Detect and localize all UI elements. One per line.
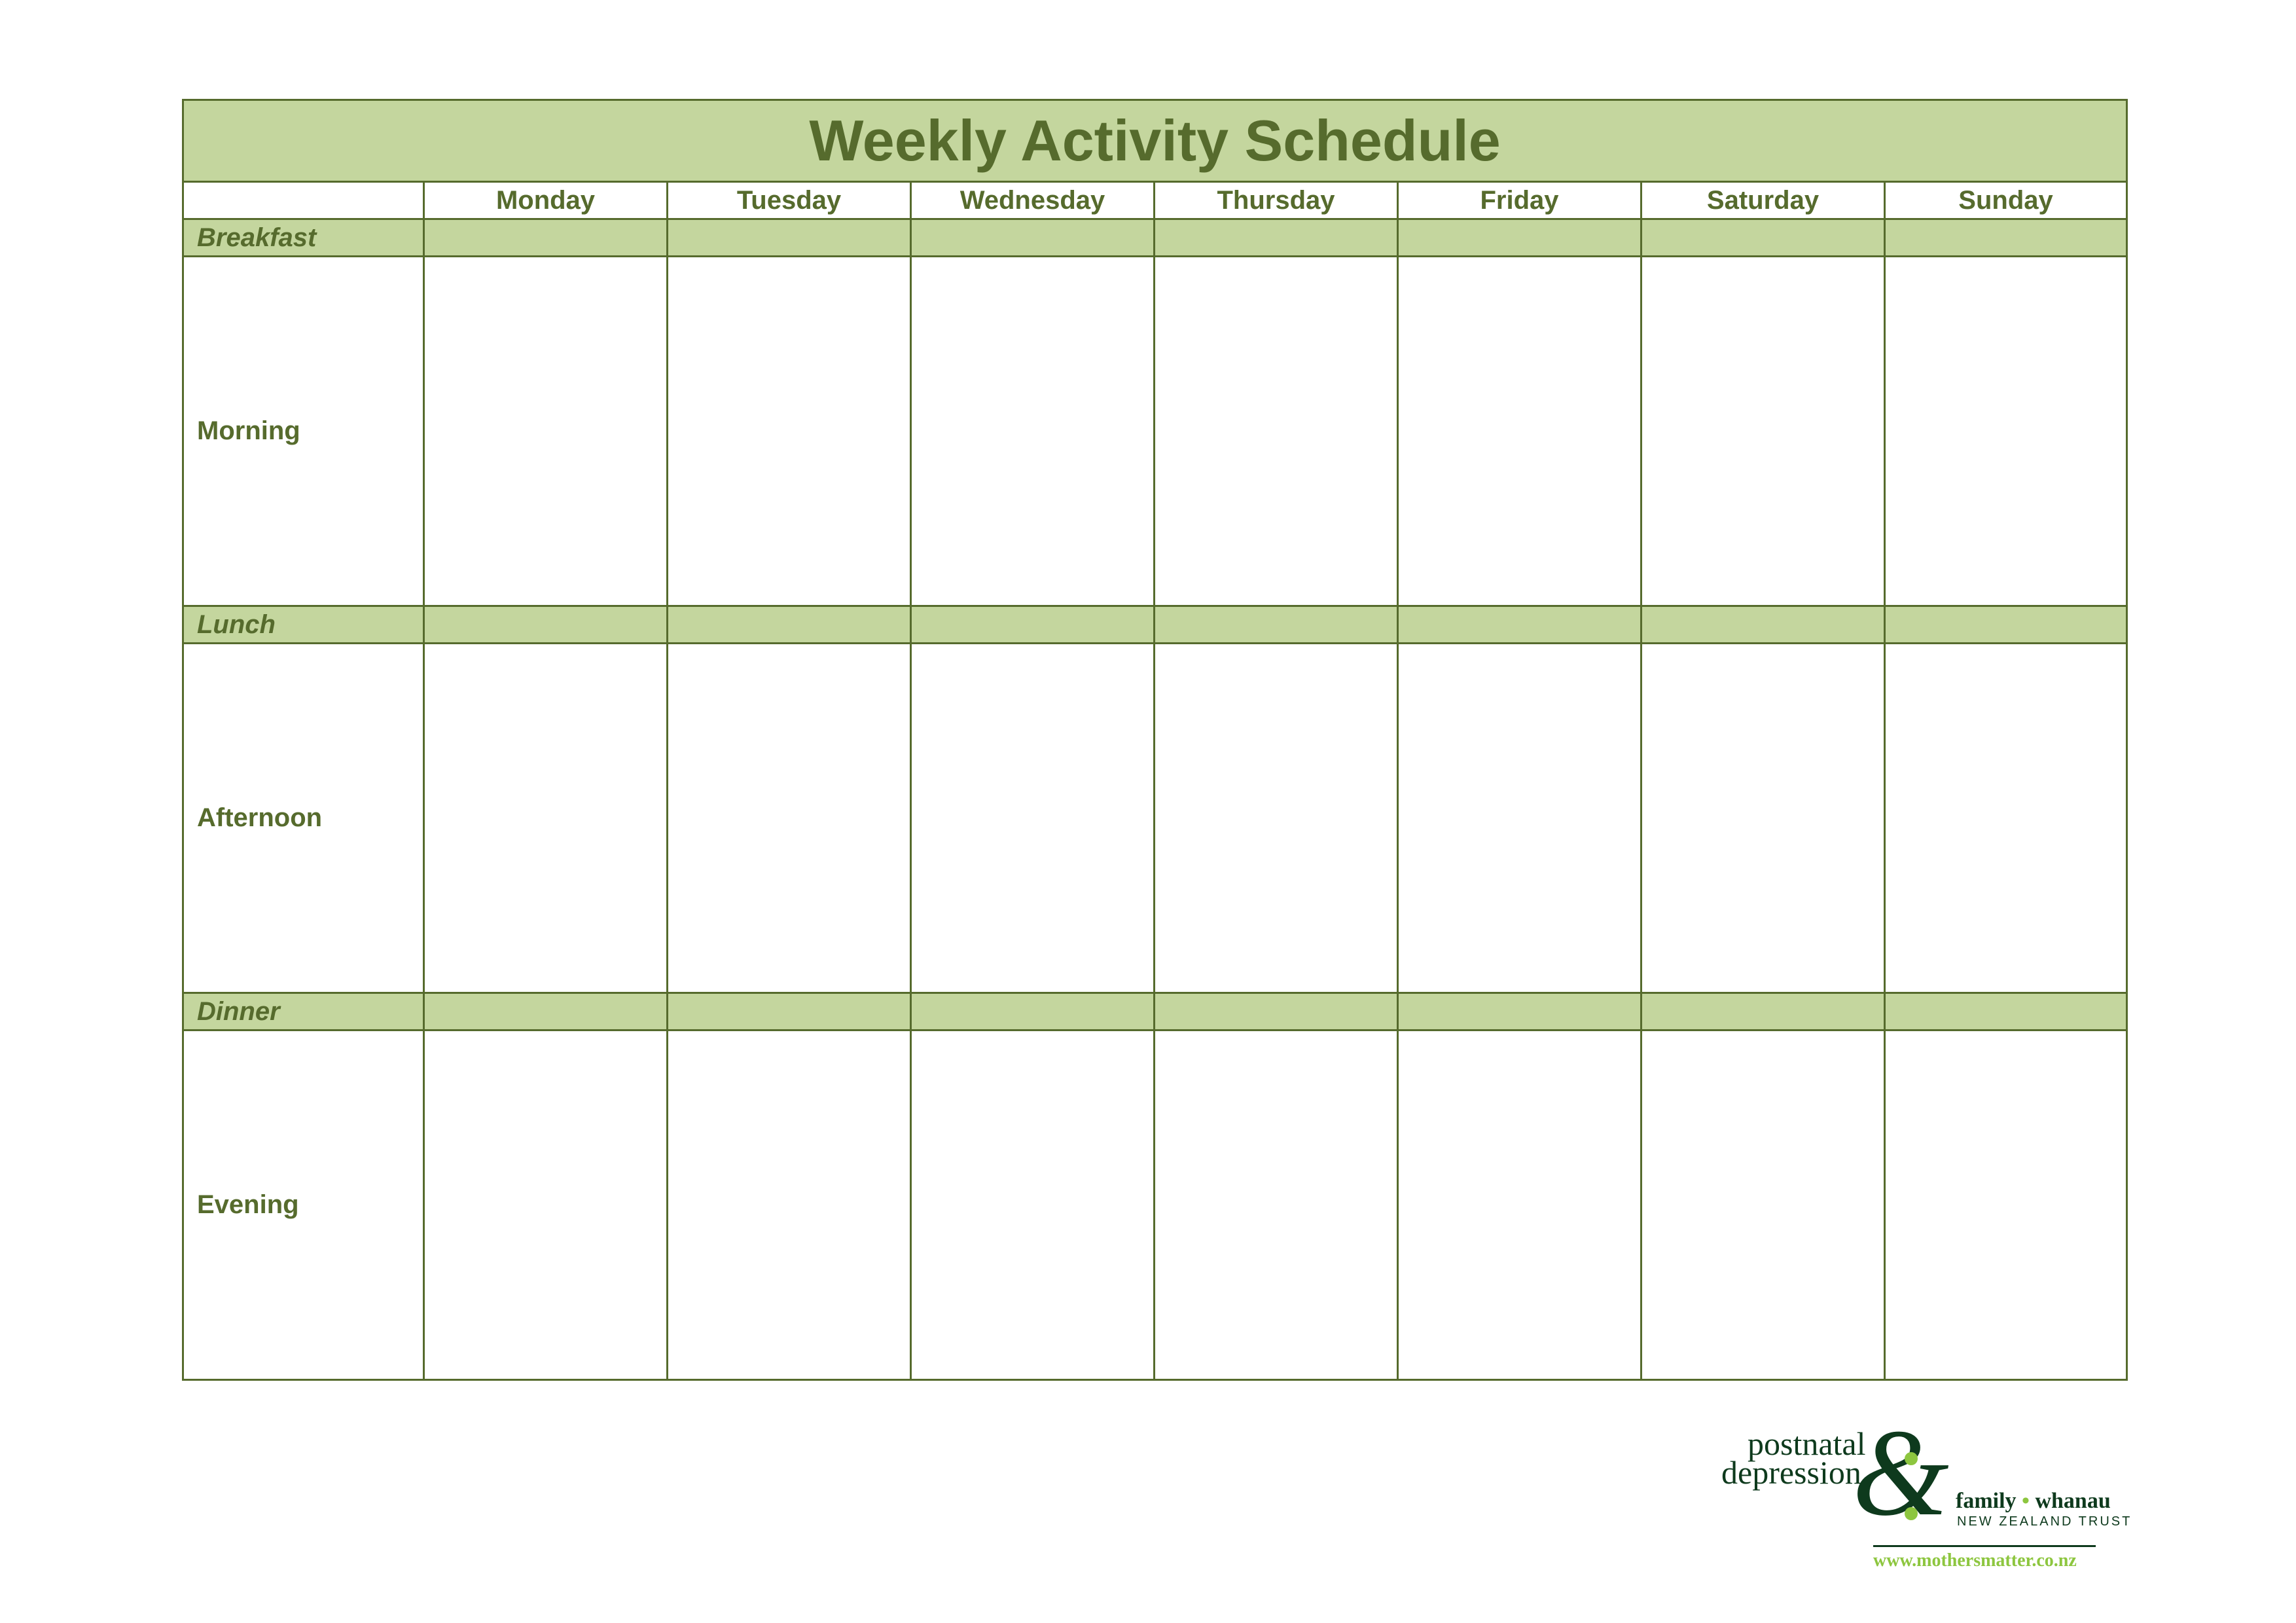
evening-cell-monday[interactable] xyxy=(423,1029,668,1381)
row-label-morning: Morning xyxy=(182,255,425,607)
evening-cell-sunday[interactable] xyxy=(1883,1029,2128,1381)
logo-text-family-whanau: family • whanau xyxy=(1956,1490,2111,1512)
logo-text-trust: NEW ZEALAND TRUST xyxy=(1957,1514,2132,1529)
breakfast-cell-sunday[interactable] xyxy=(1883,218,2128,257)
morning-cell-friday[interactable] xyxy=(1397,255,1642,607)
morning-cell-saturday[interactable] xyxy=(1640,255,1886,607)
dinner-cell-tuesday[interactable] xyxy=(666,992,912,1031)
afternoon-cell-friday[interactable] xyxy=(1397,642,1642,994)
dinner-cell-sunday[interactable] xyxy=(1883,992,2128,1031)
lunch-cell-thursday[interactable] xyxy=(1153,605,1399,644)
day-header-row: Monday Tuesday Wednesday Thursday Friday… xyxy=(182,181,2128,220)
day-header-saturday: Saturday xyxy=(1640,181,1886,220)
row-label-dinner: Dinner xyxy=(182,992,425,1031)
logo-dot-icon xyxy=(1905,1452,1918,1465)
logo-divider xyxy=(1873,1545,2096,1547)
morning-cell-sunday[interactable] xyxy=(1883,255,2128,607)
corner-cell xyxy=(182,181,425,220)
afternoon-row: Afternoon xyxy=(182,642,2128,994)
breakfast-row: Breakfast xyxy=(182,218,2128,257)
dinner-cell-wednesday[interactable] xyxy=(910,992,1155,1031)
breakfast-cell-saturday[interactable] xyxy=(1640,218,1886,257)
dinner-cell-monday[interactable] xyxy=(423,992,668,1031)
website-link[interactable]: www.mothersmatter.co.nz xyxy=(1873,1552,2077,1570)
morning-cell-monday[interactable] xyxy=(423,255,668,607)
breakfast-cell-tuesday[interactable] xyxy=(666,218,912,257)
lunch-cell-friday[interactable] xyxy=(1397,605,1642,644)
afternoon-cell-monday[interactable] xyxy=(423,642,668,994)
row-label-breakfast: Breakfast xyxy=(182,218,425,257)
morning-cell-tuesday[interactable] xyxy=(666,255,912,607)
logo-text-whanau: whanau xyxy=(2035,1489,2111,1513)
evening-cell-thursday[interactable] xyxy=(1153,1029,1399,1381)
row-label-lunch: Lunch xyxy=(182,605,425,644)
morning-cell-thursday[interactable] xyxy=(1153,255,1399,607)
weekly-schedule-table: Weekly Activity Schedule Monday Tuesday … xyxy=(181,99,2128,1381)
dinner-cell-saturday[interactable] xyxy=(1640,992,1886,1031)
ampersand-icon: & xyxy=(1852,1404,1949,1542)
afternoon-cell-sunday[interactable] xyxy=(1883,642,2128,994)
day-header-monday: Monday xyxy=(423,181,668,220)
day-header-tuesday: Tuesday xyxy=(666,181,912,220)
morning-row: Morning xyxy=(182,255,2128,607)
day-header-sunday: Sunday xyxy=(1883,181,2128,220)
breakfast-cell-monday[interactable] xyxy=(423,218,668,257)
lunch-cell-sunday[interactable] xyxy=(1883,605,2128,644)
logo-text-depression: depression xyxy=(1721,1454,1861,1491)
page-title: Weekly Activity Schedule xyxy=(181,99,2128,183)
day-header-friday: Friday xyxy=(1397,181,1642,220)
day-header-thursday: Thursday xyxy=(1153,181,1399,220)
dinner-cell-thursday[interactable] xyxy=(1153,992,1399,1031)
day-header-wednesday: Wednesday xyxy=(910,181,1155,220)
evening-row: Evening xyxy=(182,1029,2128,1381)
lunch-cell-tuesday[interactable] xyxy=(666,605,912,644)
afternoon-cell-wednesday[interactable] xyxy=(910,642,1155,994)
evening-cell-tuesday[interactable] xyxy=(666,1029,912,1381)
breakfast-cell-thursday[interactable] xyxy=(1153,218,1399,257)
lunch-cell-wednesday[interactable] xyxy=(910,605,1155,644)
lunch-cell-saturday[interactable] xyxy=(1640,605,1886,644)
lunch-row: Lunch xyxy=(182,605,2128,644)
afternoon-cell-tuesday[interactable] xyxy=(666,642,912,994)
logo-text-family: family xyxy=(1956,1489,2017,1513)
row-label-evening: Evening xyxy=(182,1029,425,1381)
breakfast-cell-friday[interactable] xyxy=(1397,218,1642,257)
trust-logo: postnatal depression & family • whanau N… xyxy=(1721,1411,2130,1570)
row-label-afternoon: Afternoon xyxy=(182,642,425,994)
logo-separator: • xyxy=(2022,1489,2030,1513)
dinner-row: Dinner xyxy=(182,992,2128,1031)
evening-cell-friday[interactable] xyxy=(1397,1029,1642,1381)
evening-cell-saturday[interactable] xyxy=(1640,1029,1886,1381)
afternoon-cell-thursday[interactable] xyxy=(1153,642,1399,994)
afternoon-cell-saturday[interactable] xyxy=(1640,642,1886,994)
logo-dot-icon xyxy=(1905,1507,1918,1520)
morning-cell-wednesday[interactable] xyxy=(910,255,1155,607)
evening-cell-wednesday[interactable] xyxy=(910,1029,1155,1381)
dinner-cell-friday[interactable] xyxy=(1397,992,1642,1031)
breakfast-cell-wednesday[interactable] xyxy=(910,218,1155,257)
lunch-cell-monday[interactable] xyxy=(423,605,668,644)
